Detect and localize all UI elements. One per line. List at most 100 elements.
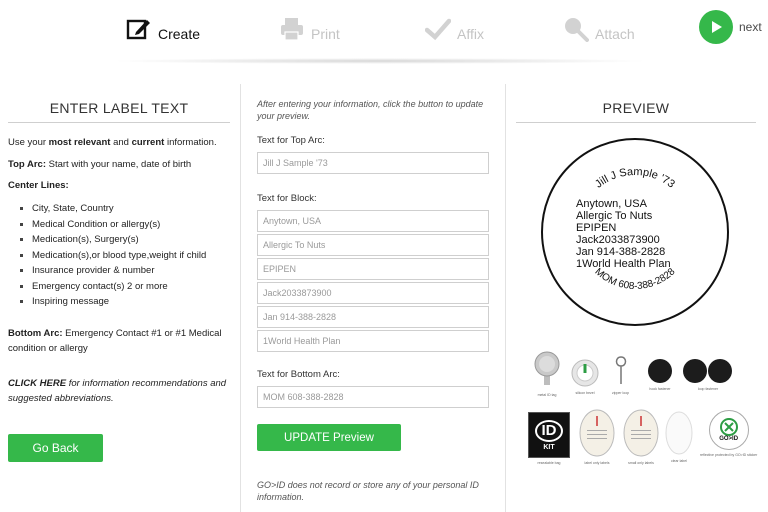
- product-item: silicon bezel: [570, 358, 600, 395]
- list-item: Inspiring message: [18, 294, 230, 310]
- intro-text: Use your most relevant and current infor…: [8, 136, 230, 149]
- clear-label-icon: [665, 411, 693, 455]
- bottom-arc-label: Text for Bottom Arc:: [257, 369, 340, 380]
- go-back-button[interactable]: Go Back: [8, 434, 103, 462]
- bottom-arc-hint: Bottom Arc: Emergency Contact #1 or #1 M…: [8, 326, 230, 356]
- intro-post: information.: [164, 137, 217, 148]
- preview-line: Allergic To Nuts: [576, 210, 653, 222]
- list-item: Medication(s), Surgery(s): [18, 232, 230, 248]
- column-divider: [505, 84, 506, 512]
- block-label: Text for Block:: [257, 193, 317, 204]
- step-attach[interactable]: Attach: [563, 16, 635, 42]
- product-caption: hook fastener: [649, 387, 671, 391]
- zipper-loop-icon: [615, 356, 626, 384]
- update-preview-button[interactable]: UPDATE Preview: [257, 424, 401, 451]
- block-line-input[interactable]: [257, 330, 489, 352]
- step-affix-label: Affix: [457, 26, 484, 42]
- product-caption: small only labels: [628, 461, 654, 465]
- badge-text: GO>ID: [719, 436, 739, 442]
- list-item: Emergency contact(s) 2 or more: [18, 279, 230, 295]
- preview-line: 1World Health Plan: [576, 258, 671, 270]
- printer-icon: [281, 18, 303, 41]
- label-preview: Jill J Sample '73 Anytown, USA Allergic …: [541, 138, 729, 326]
- block-inputs: [250, 210, 500, 352]
- step-create-label: Create: [158, 26, 201, 42]
- click-here-link[interactable]: CLICK HERE: [8, 378, 66, 389]
- play-arrow-icon: [712, 21, 722, 33]
- block-line-input[interactable]: [257, 258, 489, 280]
- next-label[interactable]: next: [739, 20, 762, 34]
- block-line-input[interactable]: [257, 234, 489, 256]
- product-item: GO>ID reflective protected by GO>ID stic…: [700, 410, 757, 457]
- product-caption: zipper loop: [612, 391, 630, 395]
- preview-line: Jack2033873900: [576, 234, 660, 246]
- top-arc-hint-text: Start with your name, date of birth: [46, 159, 192, 170]
- list-item: Medical Condition or allergy(s): [18, 217, 230, 233]
- column-divider: [240, 84, 241, 512]
- oval-label-icon: [579, 409, 615, 457]
- loop-fastener-icon: [683, 359, 732, 383]
- label-form: After entering your information, click t…: [250, 84, 500, 512]
- preview-line: Jan 914-388-2828: [576, 246, 665, 258]
- step-create[interactable]: Create: [126, 16, 200, 42]
- product-item: loop fastener: [683, 358, 733, 391]
- bezel-icon: [571, 359, 599, 387]
- form-instructions: After entering your information, click t…: [257, 99, 484, 121]
- center-lines-list: City, State, Country Medical Condition o…: [18, 201, 230, 310]
- steps-divider-shadow: [110, 58, 650, 64]
- block-line-input[interactable]: [257, 306, 489, 328]
- product-item: zipper loop: [612, 354, 629, 395]
- list-item: Medication(s),or blood type,weight if ch…: [18, 248, 230, 264]
- hook-fastener-icon: [648, 359, 672, 383]
- id-kit-icon: ID KIT: [528, 412, 570, 458]
- close-x-icon: [719, 418, 738, 436]
- list-item: City, State, Country: [18, 201, 230, 217]
- step-print-label: Print: [311, 26, 340, 42]
- top-arc-hint-label: Top Arc:: [8, 159, 46, 170]
- preview-panel: PREVIEW Jill J Sample '73 Anytown, USA A…: [512, 84, 768, 512]
- enter-label-title: ENTER LABEL TEXT: [8, 100, 230, 123]
- edit-icon: [126, 19, 150, 40]
- step-affix[interactable]: Affix: [425, 16, 484, 42]
- top-arc-input[interactable]: [257, 152, 489, 174]
- intro-pre: Use your: [8, 137, 49, 148]
- product-gallery: metal ID tag silicon bezel zipper loop h…: [512, 348, 768, 512]
- intro-bold-2: current: [131, 137, 165, 148]
- top-arc-label: Text for Top Arc:: [257, 135, 325, 146]
- block-line-input[interactable]: [257, 282, 489, 304]
- product-item: metal ID tag: [532, 350, 562, 397]
- intro-mid: and: [110, 137, 132, 148]
- magnifier-icon: [565, 18, 589, 42]
- next-button[interactable]: [699, 10, 733, 44]
- product-item: clear label: [664, 410, 694, 463]
- product-caption: reflective protected by GO>ID sticker: [700, 453, 758, 457]
- next-step[interactable]: next: [699, 10, 762, 44]
- product-caption: loop fastener: [697, 387, 719, 391]
- bottom-arc-hint-label: Bottom Arc:: [8, 327, 63, 339]
- preview-title: PREVIEW: [516, 100, 756, 123]
- product-item: hook fastener: [647, 358, 673, 391]
- abbreviations-hint: CLICK HERE for information recommendatio…: [8, 376, 230, 406]
- product-caption: resealable bag: [537, 461, 561, 465]
- product-caption: label only labels: [584, 461, 610, 465]
- product-item: small only labels: [622, 408, 660, 465]
- kit-subtext: KIT: [543, 443, 555, 451]
- oval-label-small-icon: [623, 409, 659, 457]
- product-caption: metal ID tag: [537, 393, 557, 397]
- step-print[interactable]: Print: [279, 16, 340, 42]
- privacy-disclaimer: GO>ID does not record or store any of yo…: [257, 480, 479, 502]
- step-attach-label: Attach: [595, 26, 635, 42]
- top-arc-hint: Top Arc: Start with your name, date of b…: [8, 159, 230, 170]
- product-caption: clear label: [671, 459, 687, 463]
- instructions-panel: ENTER LABEL TEXT Use your most relevant …: [0, 84, 238, 512]
- product-item: ID KIT resealable bag: [528, 412, 570, 465]
- center-lines-heading: Center Lines:: [8, 180, 230, 191]
- preview-line: EPIPEN: [576, 222, 616, 234]
- product-caption: silicon bezel: [575, 391, 595, 395]
- checkmark-icon: [425, 18, 451, 41]
- block-line-input[interactable]: [257, 210, 489, 232]
- preview-line: Anytown, USA: [576, 198, 648, 210]
- bottom-arc-input[interactable]: [257, 386, 489, 408]
- center-lines-label: Center Lines:: [8, 180, 69, 191]
- kit-text: ID: [535, 419, 563, 442]
